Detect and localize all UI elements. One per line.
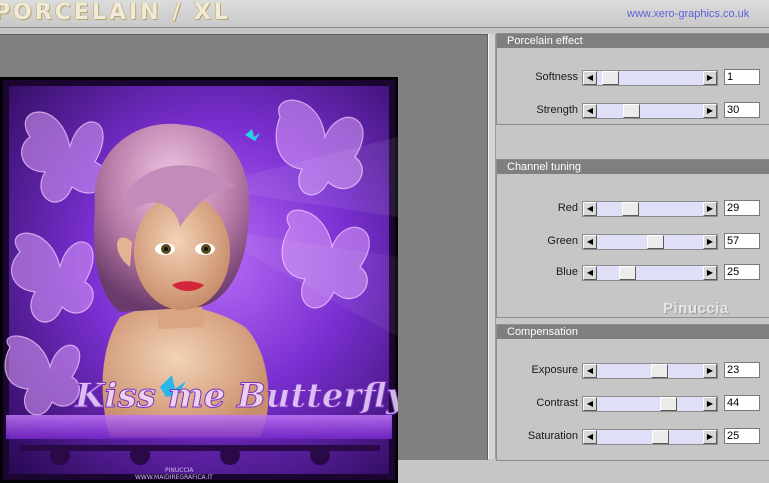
slider-thumb[interactable]: [651, 364, 668, 378]
arrow-left-icon[interactable]: ◀: [583, 235, 597, 249]
arrow-left-icon[interactable]: ◀: [583, 430, 597, 444]
red-slider[interactable]: ◀ ▶: [582, 201, 718, 217]
contrast-value-input[interactable]: 44: [724, 395, 760, 411]
control-label: Green: [547, 235, 578, 247]
arrow-left-icon[interactable]: ◀: [583, 397, 597, 411]
splitter[interactable]: [488, 34, 496, 459]
artwork-credit: PINUCCIA: [165, 467, 194, 474]
control-label: Blue: [555, 266, 578, 278]
softness-value-input[interactable]: 1: [724, 69, 760, 85]
blue-value-input[interactable]: 25: [724, 264, 760, 280]
arrow-right-icon[interactable]: ▶: [703, 104, 717, 118]
green-slider[interactable]: ◀ ▶: [582, 234, 718, 250]
control-label: Strength: [536, 104, 578, 116]
panel-title: Compensation: [497, 325, 769, 339]
arrow-left-icon[interactable]: ◀: [583, 71, 597, 85]
title-bar: PORCELAIN / XL www.xero-graphics.co.uk: [0, 0, 769, 28]
strength-value-input[interactable]: 30: [724, 102, 760, 118]
control-exposure: Exposure ◀ ▶ 23: [497, 362, 769, 379]
saturation-slider[interactable]: ◀ ▶: [582, 429, 718, 445]
watermark-text: Pinuccia: [663, 300, 729, 317]
contrast-slider[interactable]: ◀ ▶: [582, 396, 718, 412]
arrow-right-icon[interactable]: ▶: [703, 235, 717, 249]
arrow-left-icon[interactable]: ◀: [583, 104, 597, 118]
arrow-right-icon[interactable]: ▶: [703, 202, 717, 216]
slider-thumb[interactable]: [652, 430, 669, 444]
arrow-left-icon[interactable]: ◀: [583, 364, 597, 378]
arrow-right-icon[interactable]: ▶: [703, 71, 717, 85]
slider-thumb[interactable]: [622, 202, 639, 216]
website-link[interactable]: www.xero-graphics.co.uk: [627, 8, 749, 20]
control-green: Green ◀ ▶ 57: [497, 233, 769, 250]
blue-slider[interactable]: ◀ ▶: [582, 265, 718, 281]
red-value-input[interactable]: 29: [724, 200, 760, 216]
arrow-right-icon[interactable]: ▶: [703, 266, 717, 280]
control-label: Contrast: [536, 397, 578, 409]
preview-artwork: Kiss me Butterfly PINUCCIA WWW.MAIDIREGR…: [3, 80, 398, 481]
exposure-slider[interactable]: ◀ ▶: [582, 363, 718, 379]
control-blue: Blue ◀ ▶ 25: [497, 264, 769, 281]
slider-thumb[interactable]: [619, 266, 636, 280]
panel-title: Channel tuning: [497, 160, 769, 174]
arrow-right-icon[interactable]: ▶: [703, 364, 717, 378]
strength-slider[interactable]: ◀ ▶: [582, 103, 718, 119]
arrow-left-icon[interactable]: ◀: [583, 202, 597, 216]
control-label: Saturation: [527, 430, 578, 442]
panel-porcelain-effect: Porcelain effect Softness ◀ ▶ 1 Strength…: [496, 33, 769, 125]
preview-area[interactable]: Kiss me Butterfly PINUCCIA WWW.MAIDIREGR…: [0, 34, 488, 483]
panel-title: Porcelain effect: [497, 34, 769, 48]
panel-compensation: Compensation Exposure ◀ ▶ 23 Contrast ◀ …: [496, 324, 769, 461]
slider-thumb[interactable]: [647, 235, 664, 249]
control-saturation: Saturation ◀ ▶ 25: [497, 428, 769, 445]
artwork-credit-url: WWW.MAIDIREGRAFICA.IT: [135, 474, 213, 481]
slider-thumb[interactable]: [623, 104, 640, 118]
slider-thumb[interactable]: [602, 71, 619, 85]
softness-slider[interactable]: ◀ ▶: [582, 70, 718, 86]
control-label: Softness: [535, 71, 578, 83]
artwork-caption: Kiss me Butterfly: [74, 376, 398, 416]
control-contrast: Contrast ◀ ▶ 44: [497, 395, 769, 412]
slider-thumb[interactable]: [660, 397, 677, 411]
saturation-value-input[interactable]: 25: [724, 428, 760, 444]
control-label: Exposure: [531, 364, 578, 376]
control-label: Red: [557, 202, 578, 214]
app-title: PORCELAIN / XL: [0, 0, 231, 25]
arrow-right-icon[interactable]: ▶: [703, 430, 717, 444]
control-strength: Strength ◀ ▶ 30: [497, 102, 769, 119]
arrow-right-icon[interactable]: ▶: [703, 397, 717, 411]
green-value-input[interactable]: 57: [724, 233, 760, 249]
control-red: Red ◀ ▶ 29: [497, 200, 769, 217]
control-softness: Softness ◀ ▶ 1: [497, 69, 769, 86]
exposure-value-input[interactable]: 23: [724, 362, 760, 378]
panel-channel-tuning: Channel tuning Red ◀ ▶ 29 Green ◀ ▶ 57 B…: [496, 159, 769, 318]
preview-image: Kiss me Butterfly PINUCCIA WWW.MAIDIREGR…: [0, 77, 398, 483]
arrow-left-icon[interactable]: ◀: [583, 266, 597, 280]
